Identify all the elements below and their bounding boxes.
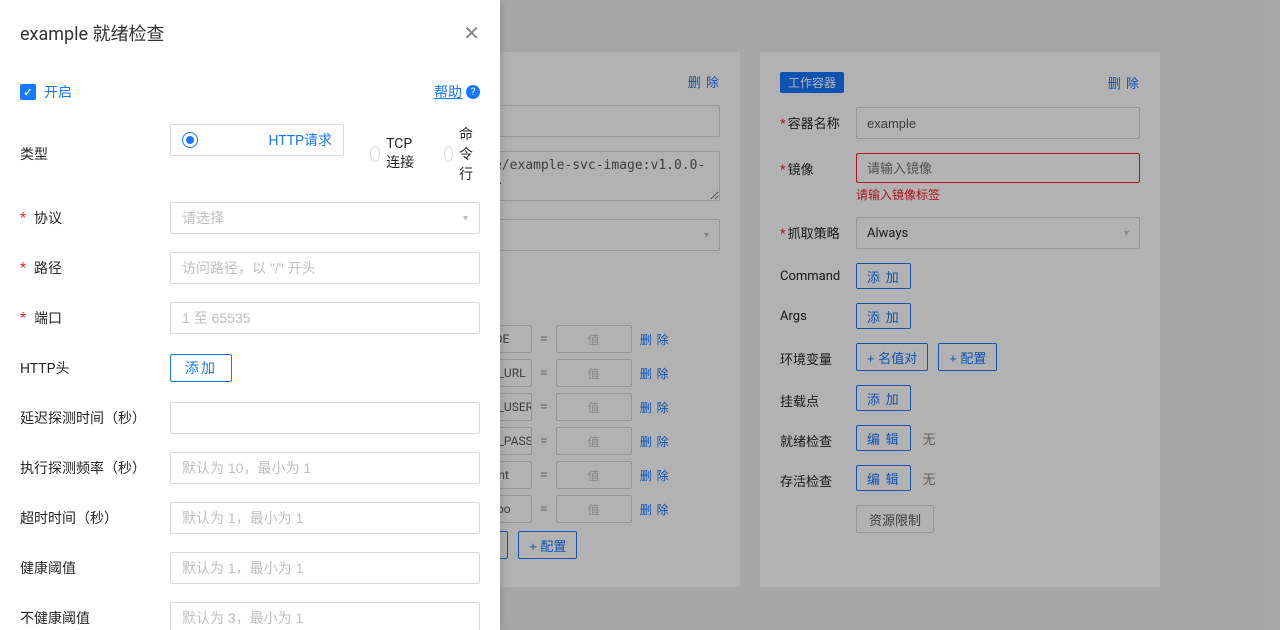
enable-label: 开启 <box>44 82 72 102</box>
healthy-label: 健康阈值 <box>20 558 170 578</box>
path-label: 路径 <box>20 258 170 278</box>
timeout-label: 超时时间（秒） <box>20 508 170 528</box>
port-input[interactable] <box>170 302 480 334</box>
type-radio-http[interactable]: HTTP请求 <box>170 124 344 156</box>
delay-label: 延迟探测时间（秒） <box>20 408 170 428</box>
healthy-input[interactable] <box>170 552 480 584</box>
path-input[interactable] <box>170 252 480 284</box>
protocol-label: 协议 <box>20 208 170 228</box>
chevron-down-icon: ▾ <box>463 213 468 224</box>
panel-title: example 就绪检查 <box>20 20 165 46</box>
type-radio-cmd[interactable]: 命令行 <box>444 124 480 184</box>
unhealthy-label: 不健康阈值 <box>20 608 170 628</box>
help-icon: ? <box>466 85 480 99</box>
help-link[interactable]: 帮助 ? <box>434 82 480 102</box>
timeout-input[interactable] <box>170 502 480 534</box>
period-label: 执行探测频率（秒） <box>20 458 170 478</box>
http-header-label: HTTP头 <box>20 358 170 378</box>
protocol-select[interactable]: 请选择 ▾ <box>170 202 480 234</box>
unhealthy-input[interactable] <box>170 602 480 630</box>
close-icon[interactable]: ✕ <box>463 23 480 43</box>
period-input[interactable] <box>170 452 480 484</box>
enable-checkbox[interactable] <box>20 84 36 100</box>
port-label: 端口 <box>20 308 170 328</box>
http-header-add-button[interactable]: 添加 <box>170 354 232 382</box>
type-radio-tcp[interactable]: TCP连接 <box>370 124 418 184</box>
readiness-check-panel: example 就绪检查 ✕ 开启 帮助 ? 类型 HTTP请求 TCP连接 命… <box>0 0 500 630</box>
type-label: 类型 <box>20 144 170 164</box>
delay-input[interactable] <box>170 402 480 434</box>
